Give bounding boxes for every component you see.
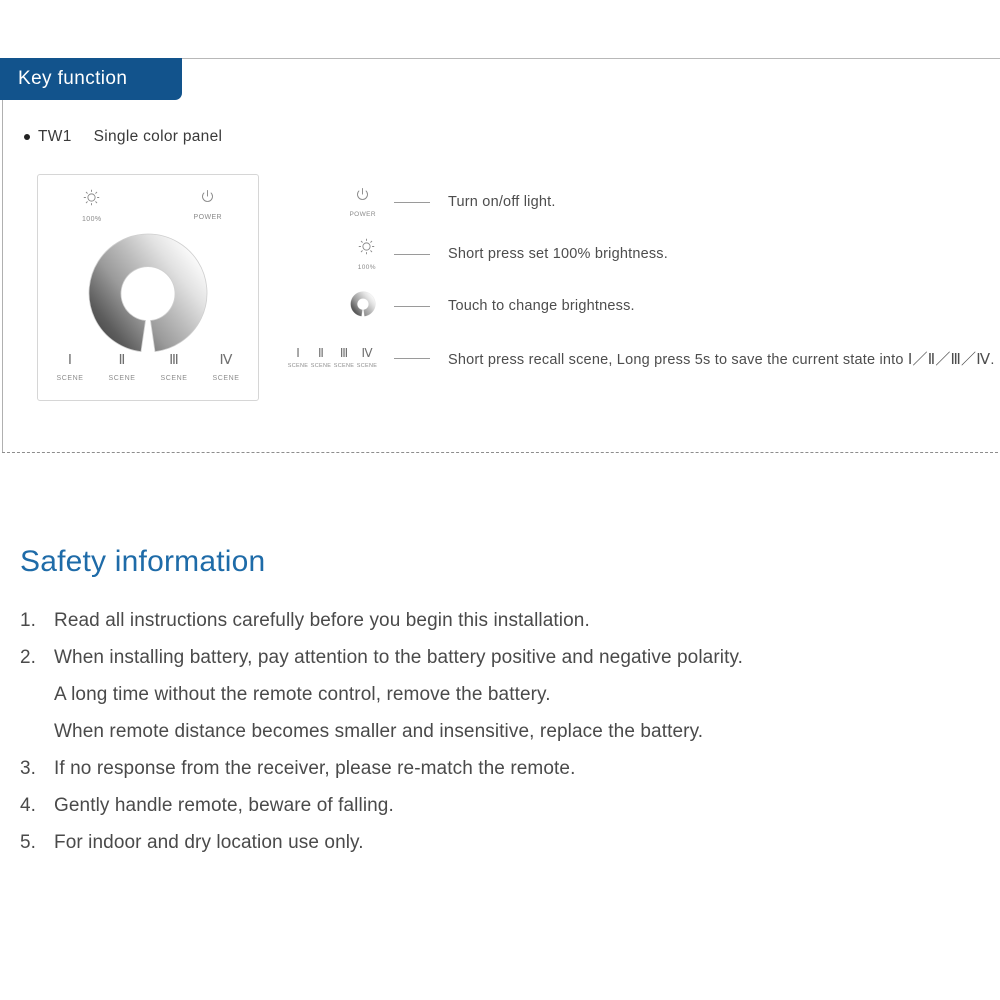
legend-icon-label: POWER (349, 210, 376, 218)
safety-list-item: 4. Gently handle remote, beware of falli… (20, 787, 970, 824)
safety-list-item: 2. When installing battery, pay attentio… (20, 639, 970, 750)
panel-scene-numeral: Ⅲ (169, 353, 179, 368)
legend-description: Turn on/off light. (448, 194, 556, 210)
panel-power-label: POWER (193, 214, 222, 221)
legend-row-dimmer: Touch to change brightness. (288, 280, 988, 332)
left-margin-rule (2, 58, 3, 452)
safety-item-number: 5. (20, 832, 37, 853)
legend-scene-numeral: Ⅱ (318, 346, 324, 360)
panel-scene-numeral: Ⅰ (67, 353, 73, 368)
panel-scene-label: SCENE (56, 375, 84, 382)
legend-dash (394, 357, 430, 359)
panel-scene-label: SCENE (212, 375, 240, 382)
panel-scene-button-4[interactable]: Ⅳ SCENE (203, 353, 249, 383)
panel-scene-numeral: Ⅳ (219, 353, 233, 368)
section-divider (2, 452, 998, 453)
safety-item-body: When installing battery, pay attention t… (54, 639, 970, 750)
sun-brightness-icon (358, 238, 375, 260)
legend-scene-numeral: Ⅳ (361, 346, 373, 360)
safety-list-item: 3. If no response from the receiver, ple… (20, 750, 970, 787)
legend-scene-label: SCENE (287, 363, 309, 369)
panel-scene-label: SCENE (160, 375, 188, 382)
safety-instructions-list: 1. Read all instructions carefully befor… (20, 602, 970, 861)
safety-item-number: 1. (20, 610, 37, 631)
panel-scene-label: SCENE (108, 375, 136, 382)
safety-list-item: 5. For indoor and dry location use only. (20, 824, 970, 861)
panel-scene-button-2[interactable]: Ⅱ SCENE (99, 353, 145, 383)
legend-dash (394, 253, 430, 255)
legend-row-power: POWER Turn on/off light. (288, 176, 988, 228)
safety-section-title: Safety information (20, 545, 266, 578)
safety-item-number: 3. (20, 758, 37, 779)
panel-scene-button-3[interactable]: Ⅲ SCENE (151, 353, 197, 383)
legend-icon-cell: Ⅰ SCENE Ⅱ SCENE Ⅲ SCENE Ⅳ SCENE (287, 346, 378, 369)
safety-list-item: 1. Read all instructions carefully befor… (20, 602, 970, 639)
panel-scene-row: Ⅰ SCENE Ⅱ SCENE Ⅲ SCENE Ⅳ SCENE (38, 353, 258, 383)
safety-item-text: Read all instructions carefully before y… (54, 610, 590, 631)
legend-description: Short press set 100% brightness. (448, 246, 668, 262)
touch-dimmer-ring (350, 291, 376, 322)
safety-item-number: 4. (20, 795, 37, 816)
legend-description-before: Short press recall scene, Long press 5s … (448, 351, 908, 368)
legend-scene-1: Ⅰ SCENE (287, 346, 309, 369)
legend-icon-cell: POWER (288, 187, 376, 218)
section-banner: Key function (0, 58, 182, 100)
key-function-legend: POWER Turn on/off light. 100% Short pres… (287, 176, 995, 384)
legend-icon-label: 100% (357, 263, 376, 271)
touch-dimmer-ring[interactable] (86, 231, 210, 360)
legend-scene-numeral: Ⅲ (339, 346, 349, 360)
model-description: Single color panel (93, 128, 223, 145)
legend-icon-cell: 100% (288, 238, 376, 271)
touch-panel-illustration: 100% POWER Ⅰ SCENE Ⅱ SCENE Ⅲ SCENE Ⅳ SCE… (37, 174, 259, 401)
legend-description-roman: Ⅰ／Ⅱ／Ⅲ／Ⅳ (907, 351, 991, 368)
legend-row-brightness: 100% Short press set 100% brightness. (288, 228, 988, 280)
sun-brightness-icon (83, 189, 100, 211)
panel-brightness-button[interactable]: 100% (82, 189, 102, 223)
legend-dash (394, 305, 430, 307)
safety-item-text: Gently handle remote, beware of falling. (54, 795, 394, 816)
legend-description: Touch to change brightness. (448, 298, 635, 314)
power-icon (200, 189, 215, 209)
safety-item-text: When installing battery, pay attention t… (54, 647, 744, 668)
panel-scene-button-1[interactable]: Ⅰ SCENE (47, 353, 93, 383)
panel-power-button[interactable]: POWER (194, 189, 222, 221)
panel-brightness-label: 100% (82, 216, 102, 223)
legend-scene-label: SCENE (310, 363, 332, 369)
safety-item-number: 2. (20, 647, 37, 668)
legend-description: Short press recall scene, Long press 5s … (448, 348, 995, 369)
safety-item-text-cont: When remote distance becomes smaller and… (54, 721, 704, 742)
legend-row-scene: Ⅰ SCENE Ⅱ SCENE Ⅲ SCENE Ⅳ SCENE Short pr… (287, 332, 995, 384)
bullet-dot-icon (24, 134, 30, 140)
legend-scene-2: Ⅱ SCENE (310, 346, 332, 369)
panel-scene-numeral: Ⅱ (118, 353, 126, 368)
legend-scene-4: Ⅳ SCENE (356, 346, 378, 369)
legend-dash (394, 201, 430, 203)
model-code: TW1 (38, 128, 72, 145)
model-line: TW1 Single color panel (24, 128, 222, 146)
legend-icon-cell (288, 291, 376, 322)
safety-item-text: For indoor and dry location use only. (54, 832, 364, 853)
legend-scene-label: SCENE (356, 363, 378, 369)
legend-scene-numeral: Ⅰ (296, 346, 300, 360)
legend-scene-3: Ⅲ SCENE (333, 346, 355, 369)
scene-numerals: Ⅰ SCENE Ⅱ SCENE Ⅲ SCENE Ⅳ SCENE (287, 346, 378, 369)
section-banner-title: Key function (18, 68, 128, 89)
legend-description-after: . (990, 351, 995, 368)
legend-scene-label: SCENE (333, 363, 355, 369)
safety-item-text: If no response from the receiver, please… (54, 758, 576, 779)
safety-item-text-cont: A long time without the remote control, … (54, 684, 551, 705)
power-icon (355, 187, 370, 207)
